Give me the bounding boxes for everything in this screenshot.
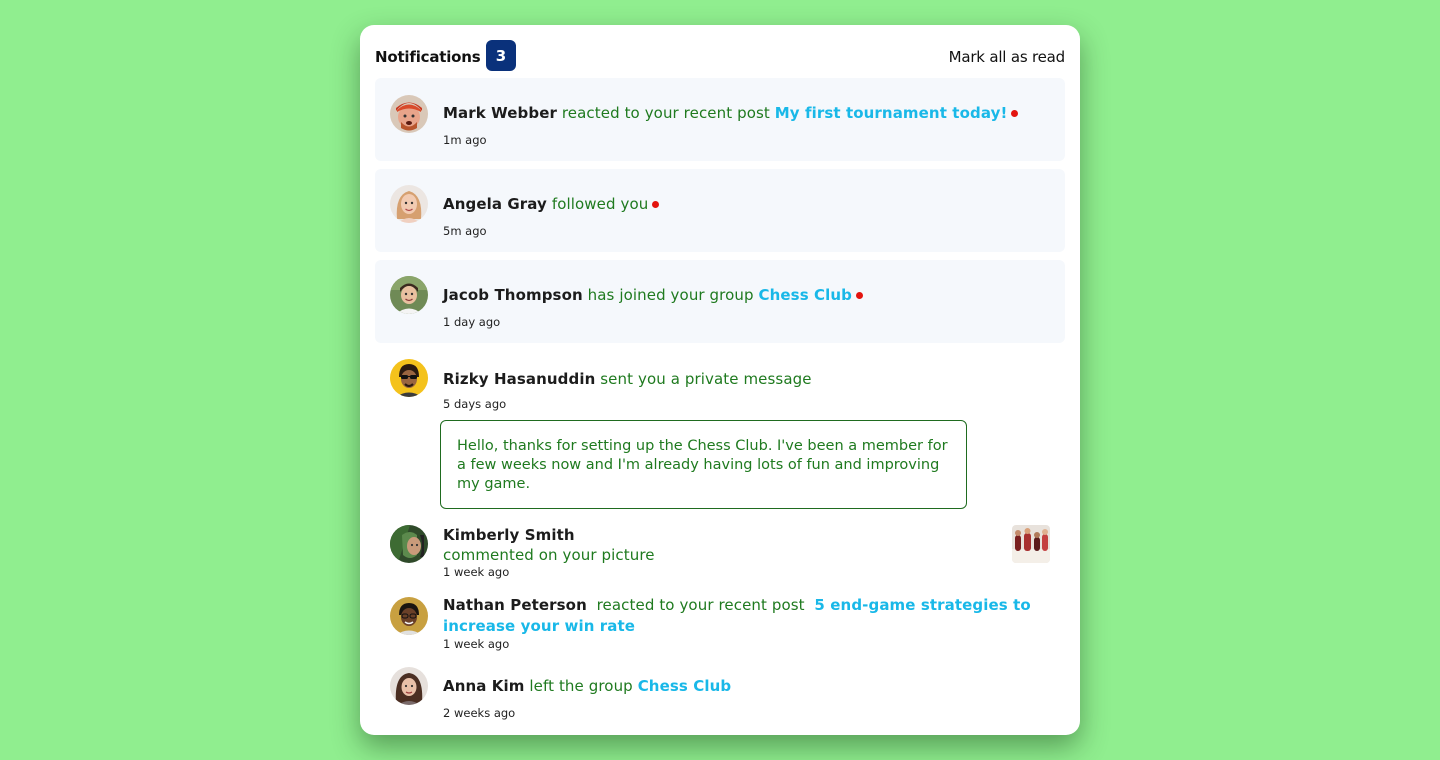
notification-text: commented on your picture [443, 545, 655, 565]
notifications-card: Notifications 3 Mark all as read Mark We… [360, 25, 1080, 735]
notification-item[interactable]: Kimberly Smith commented on your picture… [375, 517, 1065, 581]
avatar[interactable] [390, 597, 428, 635]
group-link[interactable]: Chess Club [759, 286, 853, 304]
notification-item[interactable]: Anna Kim left the group Chess Club 2 wee… [375, 661, 1065, 727]
notification-text: Mark Webber reacted to your recent post … [443, 103, 1019, 123]
user-name[interactable]: Kimberly Smith [443, 526, 575, 544]
user-name[interactable]: Rizky Hasanuddin [443, 370, 595, 388]
avatar[interactable] [390, 95, 428, 133]
timestamp: 1m ago [443, 133, 487, 147]
timestamp: 5m ago [443, 224, 487, 238]
notification-item[interactable]: Mark Webber reacted to your recent post … [375, 78, 1065, 161]
user-name[interactable]: Jacob Thompson [443, 286, 583, 304]
notification-action: has joined your group [587, 286, 754, 304]
user-name[interactable]: Angela Gray [443, 195, 547, 213]
group-link[interactable]: Chess Club [638, 677, 732, 695]
red-dot-icon [856, 292, 864, 299]
timestamp: 5 days ago [443, 397, 507, 411]
red-dot-icon [1011, 110, 1019, 117]
notification-action: sent you a private message [600, 370, 812, 388]
user-name[interactable]: Nathan Peterson [443, 596, 587, 614]
timestamp: 2 weeks ago [443, 706, 516, 720]
avatar[interactable] [390, 185, 428, 223]
notification-item[interactable]: Jacob Thompson has joined your group Che… [375, 260, 1065, 343]
notification-action: reacted to your recent post [561, 104, 770, 122]
avatar[interactable] [390, 667, 428, 705]
timestamp: 1 week ago [443, 565, 510, 579]
user-name[interactable]: Mark Webber [443, 104, 557, 122]
notification-action: reacted to your recent post [596, 596, 805, 614]
avatar[interactable] [390, 276, 428, 314]
notification-item[interactable]: Rizky Hasanuddin sent you a private mess… [375, 351, 1065, 513]
notification-text: Angela Gray followed you [443, 194, 660, 214]
avatar[interactable] [390, 525, 428, 563]
red-dot-icon [652, 201, 660, 208]
timestamp: 1 week ago [443, 637, 510, 651]
notification-text: Nathan Peterson reacted to your recent p… [443, 595, 1043, 637]
user-name[interactable]: Anna Kim [443, 677, 525, 695]
commented-picture-thumbnail[interactable] [1012, 525, 1050, 563]
notification-item[interactable]: Angela Gray followed you 5m ago [375, 169, 1065, 252]
notification-action: followed you [551, 195, 649, 213]
unread-count-badge: 3 [486, 40, 516, 71]
notification-text: Jacob Thompson has joined your group Che… [443, 285, 864, 305]
notification-text: Anna Kim left the group Chess Club [443, 676, 731, 696]
page-title: Notifications [375, 48, 481, 66]
notification-action: commented on your picture [443, 546, 655, 564]
timestamp: 1 day ago [443, 315, 501, 329]
post-link[interactable]: My first tournament today! [775, 104, 1008, 122]
notifications-header: Notifications 3 Mark all as read [375, 40, 1065, 72]
private-message-preview[interactable]: Hello, thanks for setting up the Chess C… [440, 420, 967, 509]
avatar[interactable] [390, 359, 428, 397]
mark-all-as-read-button[interactable]: Mark all as read [949, 48, 1066, 66]
user-name-line: Kimberly Smith [443, 525, 575, 545]
notification-action: left the group [529, 677, 633, 695]
notification-text: Rizky Hasanuddin sent you a private mess… [443, 369, 812, 389]
notification-item[interactable]: Nathan Peterson reacted to your recent p… [375, 585, 1065, 657]
